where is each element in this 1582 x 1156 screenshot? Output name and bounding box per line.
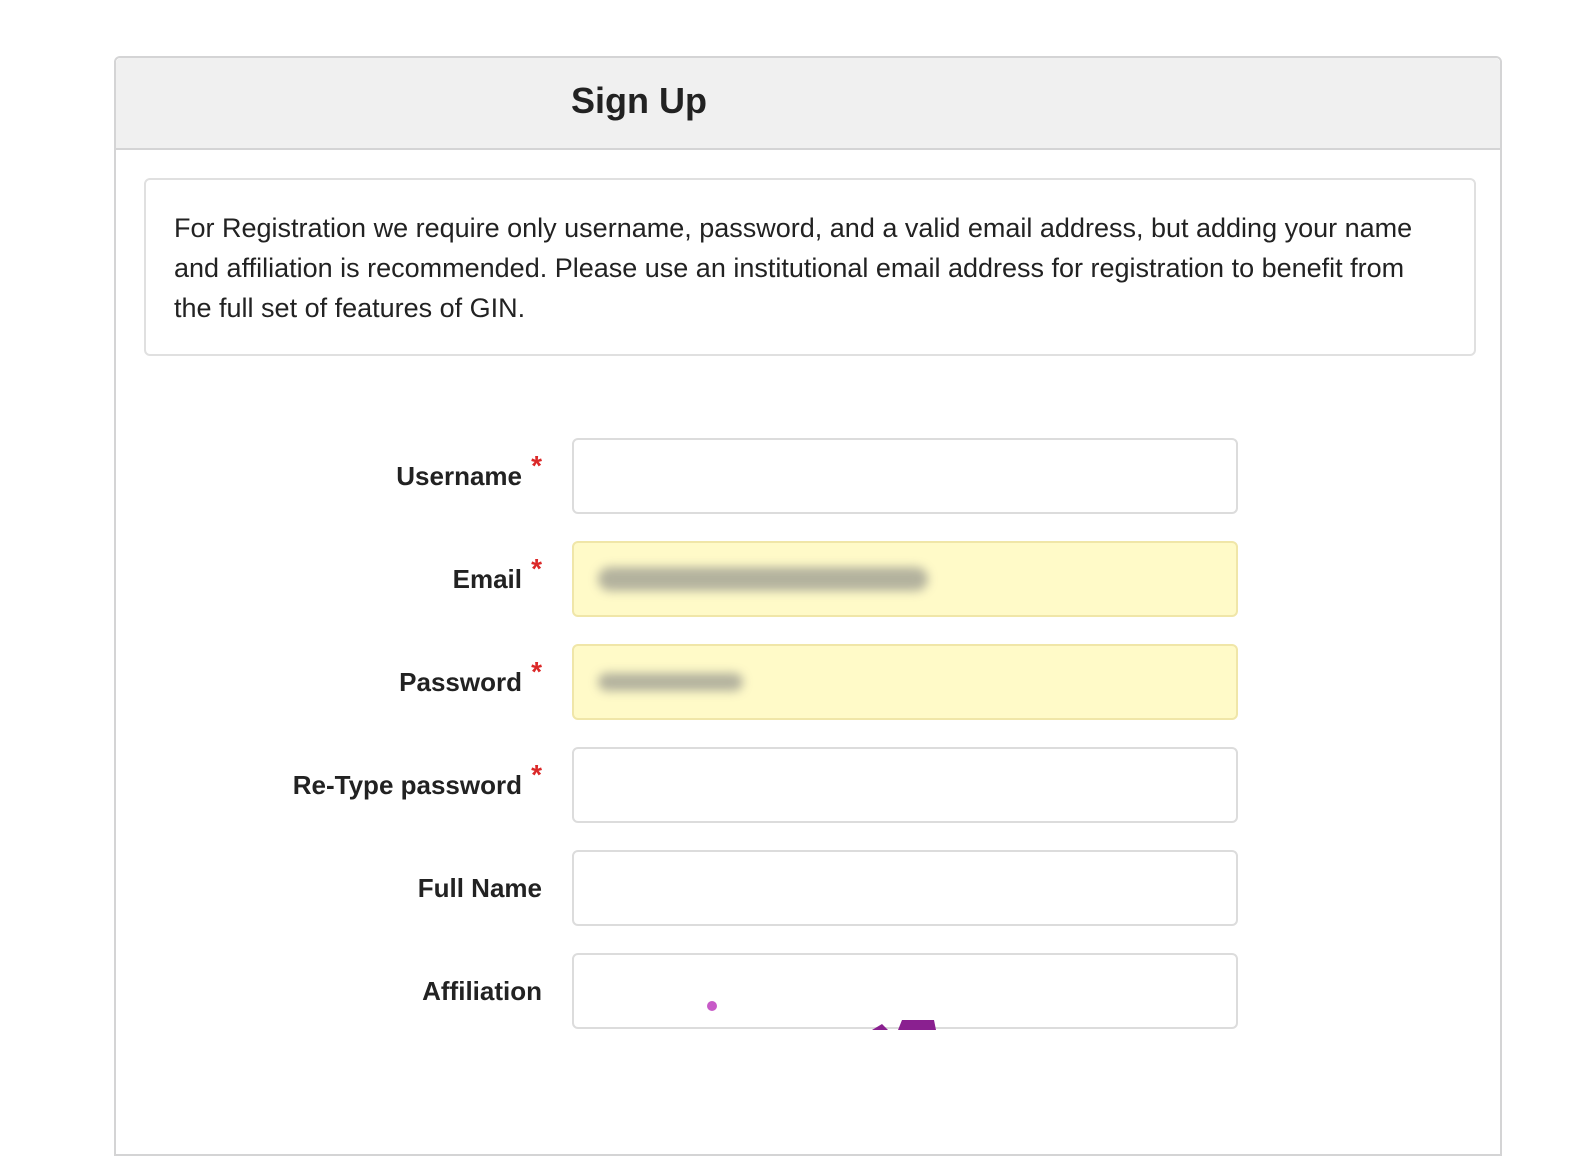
full-name-input[interactable]: [572, 850, 1238, 926]
password-label: Password: [399, 667, 522, 697]
form-row-username: Username *: [116, 438, 1504, 514]
captcha-image: [707, 1001, 936, 1030]
username-input[interactable]: [572, 438, 1238, 514]
required-asterisk-icon: *: [531, 656, 542, 687]
captcha-glyph: [898, 1020, 936, 1030]
registration-notice: For Registration we require only usernam…: [144, 178, 1476, 356]
retype-password-input[interactable]: [572, 747, 1238, 823]
retype-password-label: Re-Type password: [292, 770, 522, 800]
form-row-password: Password *: [116, 644, 1504, 720]
username-label: Username: [396, 461, 522, 491]
email-label: Email: [452, 564, 522, 594]
email-value-redacted: [598, 567, 928, 591]
page-title: Sign Up: [571, 80, 707, 121]
full-name-label: Full Name: [417, 873, 542, 903]
form-row-full-name: Full Name: [116, 850, 1504, 926]
captcha-glyph: [872, 1024, 888, 1030]
captcha-dot: [707, 1001, 717, 1011]
affiliation-label: Affiliation: [422, 976, 542, 1006]
panel-header: Sign Up: [116, 58, 1500, 150]
password-value-redacted: [598, 673, 743, 691]
form-row-email: Email *: [116, 541, 1504, 617]
required-asterisk-icon: *: [531, 553, 542, 584]
required-asterisk-icon: *: [531, 450, 542, 481]
required-asterisk-icon: *: [531, 759, 542, 790]
signup-panel: Sign Up For Registration we require only…: [114, 56, 1502, 1156]
form-row-retype-password: Re-Type password *: [116, 747, 1504, 823]
